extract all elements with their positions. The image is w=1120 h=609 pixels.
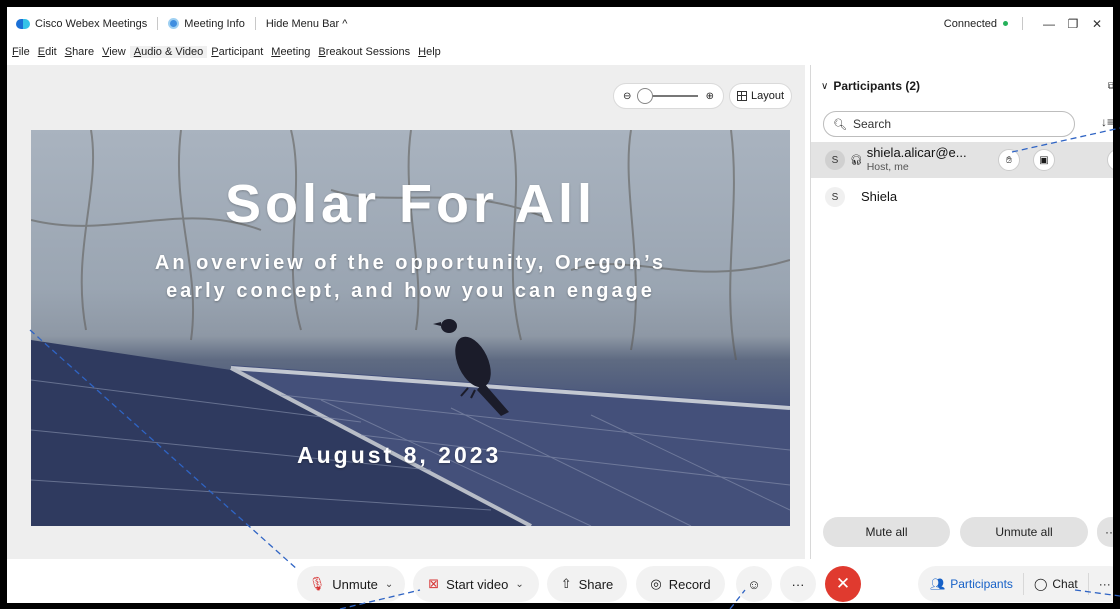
sort-icon[interactable]: ↓≡: [1101, 115, 1113, 129]
menu-audio-video[interactable]: Audio & Video: [129, 46, 208, 58]
shared-slide: Solar For All An overview of the opportu…: [31, 130, 790, 526]
title-separator: [1022, 17, 1023, 30]
slide-subtitle-line-1: An overview of the opportunity, Oregon’s: [154, 252, 667, 274]
share-button[interactable]: ⇧ Share: [547, 566, 627, 602]
slide-title: Solar For All: [224, 174, 597, 234]
mute-all-button[interactable]: Mute all: [823, 517, 950, 547]
mic-muted-icon[interactable]: 🎙︎: [1107, 149, 1113, 171]
participant-row[interactable]: S Shiela: [811, 179, 1113, 215]
unmute-button[interactable]: 🎙︎ Unmute ⌄: [297, 566, 405, 602]
meeting-controls: 🎙︎ Unmute ⌄ ⊠ Start video ⌄ ⇧ Share ◎ Re…: [7, 559, 1113, 603]
record-button[interactable]: ◎ Record: [636, 566, 725, 602]
avatar: S: [825, 150, 845, 170]
participants-heading: Participants (2): [833, 79, 921, 93]
content-stage: ⊖ ⊕ Layout Solar For All An overview of …: [7, 65, 805, 559]
close-window-button[interactable]: ✕: [1085, 17, 1109, 31]
meeting-info-label: Meeting Info: [184, 17, 245, 30]
popout-close-icon[interactable]: ⧉ ✕: [1108, 81, 1113, 92]
menu-help[interactable]: Help: [414, 46, 445, 58]
participants-toggle-button[interactable]: 👥︎ Participants: [918, 566, 1023, 602]
video-off-icon: ⊠: [428, 576, 440, 591]
menu-meeting[interactable]: Meeting: [267, 46, 314, 58]
raise-hand-icon[interactable]: ✋︎: [998, 149, 1020, 171]
menu-file[interactable]: File: [7, 46, 34, 58]
menu-edit[interactable]: Edit: [34, 46, 61, 58]
zoom-control: ⊖ ⊕: [613, 83, 724, 109]
menu-share[interactable]: Share: [61, 46, 98, 58]
menu-bar: File Edit Share View Audio & Video Parti…: [7, 43, 445, 61]
zoom-slider-handle[interactable]: [637, 88, 654, 104]
chevron-down-icon[interactable]: ⌄: [385, 579, 393, 590]
layout-grid-icon: [736, 91, 747, 101]
unmute-label: Unmute: [332, 576, 378, 592]
zoom-slider[interactable]: [637, 88, 698, 104]
title-separator: [254, 17, 256, 30]
participant-row[interactable]: S 🎧︎ shiela.alicar@e... Host, me ✋︎ ▣ 🎙︎: [811, 142, 1113, 178]
layout-label: Layout: [750, 90, 785, 102]
connected-dot-icon: [1003, 21, 1008, 26]
search-placeholder: Search: [852, 117, 891, 131]
search-icon: 🔍︎: [833, 118, 847, 131]
more-options-button[interactable]: ···: [1097, 517, 1113, 547]
camera-icon[interactable]: ▣: [1033, 149, 1055, 171]
restore-button[interactable]: ❐: [1061, 17, 1085, 31]
share-label: Share: [578, 576, 614, 592]
zoom-in-icon[interactable]: ⊕: [706, 91, 714, 102]
people-icon: 👥︎: [930, 577, 946, 591]
slide-date: August 8, 2023: [297, 442, 502, 468]
layout-button[interactable]: Layout: [729, 83, 792, 109]
minimize-button[interactable]: —: [1037, 17, 1061, 31]
slide-subtitle-line-2: early concept, and how you can engage: [166, 280, 655, 302]
participants-toggle-label: Participants: [950, 577, 1013, 591]
menu-participant[interactable]: Participant: [207, 46, 267, 58]
meeting-info-icon: [168, 18, 180, 29]
participant-role: Host, me: [866, 161, 909, 173]
app-title: Cisco Webex Meetings: [16, 18, 147, 30]
leave-meeting-button[interactable]: ✕: [825, 566, 861, 602]
chat-toggle-label: Chat: [1052, 577, 1078, 591]
participant-meta: shiela.alicar@e... Host, me: [867, 146, 967, 174]
participant-search-input[interactable]: 🔍︎ Search: [823, 111, 1075, 137]
participant-name: Shiela: [861, 189, 898, 204]
chat-toggle-button[interactable]: ◯ Chat: [1022, 573, 1088, 595]
participants-panel: ∨ Participants (2) ⧉ ✕ 🔍︎ Search ↓≡ S 🎧︎…: [810, 65, 1113, 559]
window-controls: Connected — ❐ ✕: [944, 17, 1109, 31]
right-more-button[interactable]: ···: [1087, 573, 1113, 595]
mic-off-icon: 🎙︎: [308, 576, 326, 591]
title-separator: [157, 17, 159, 30]
menu-breakout-sessions[interactable]: Breakout Sessions: [314, 46, 414, 58]
avatar: S: [825, 187, 845, 207]
participant-meta: Shiela: [861, 190, 897, 204]
collapse-chevron-icon[interactable]: ∨: [821, 81, 828, 92]
chevron-down-icon[interactable]: ⌄: [515, 579, 523, 590]
start-video-label: Start video: [446, 576, 509, 592]
panel-toggle-group: 👥︎ Participants ◯ Chat ···: [918, 566, 1113, 602]
participants-footer: Mute all Unmute all ···: [811, 517, 1113, 549]
chat-bubble-icon: ◯: [1033, 577, 1048, 591]
unmute-all-button[interactable]: Unmute all: [960, 517, 1088, 547]
webex-logo-icon: [16, 18, 30, 29]
title-bar: Cisco Webex Meetings Meeting Info Hide M…: [7, 7, 1113, 40]
participant-name: shiela.alicar@e...: [866, 145, 967, 160]
emoji-icon: ☺: [747, 576, 761, 592]
record-icon: ◎: [650, 576, 662, 591]
zoom-out-icon[interactable]: ⊖: [623, 91, 631, 102]
app-name: Cisco Webex Meetings: [35, 17, 148, 30]
menu-view[interactable]: View: [98, 46, 130, 58]
participants-panel-header[interactable]: ∨ Participants (2) ⧉ ✕: [811, 65, 1113, 107]
meeting-info-button[interactable]: Meeting Info: [168, 18, 245, 30]
connection-status: Connected: [943, 17, 997, 30]
start-video-button[interactable]: ⊠ Start video ⌄: [413, 566, 539, 602]
share-icon: ⇧: [560, 576, 572, 591]
record-label: Record: [668, 576, 711, 592]
hide-menu-bar-button[interactable]: Hide Menu Bar ^: [266, 18, 348, 30]
headset-icon: 🎧︎: [850, 154, 863, 166]
reactions-button[interactable]: ☺: [736, 566, 772, 602]
webex-window: Cisco Webex Meetings Meeting Info Hide M…: [0, 0, 1120, 609]
more-controls-button[interactable]: ···: [780, 566, 816, 602]
